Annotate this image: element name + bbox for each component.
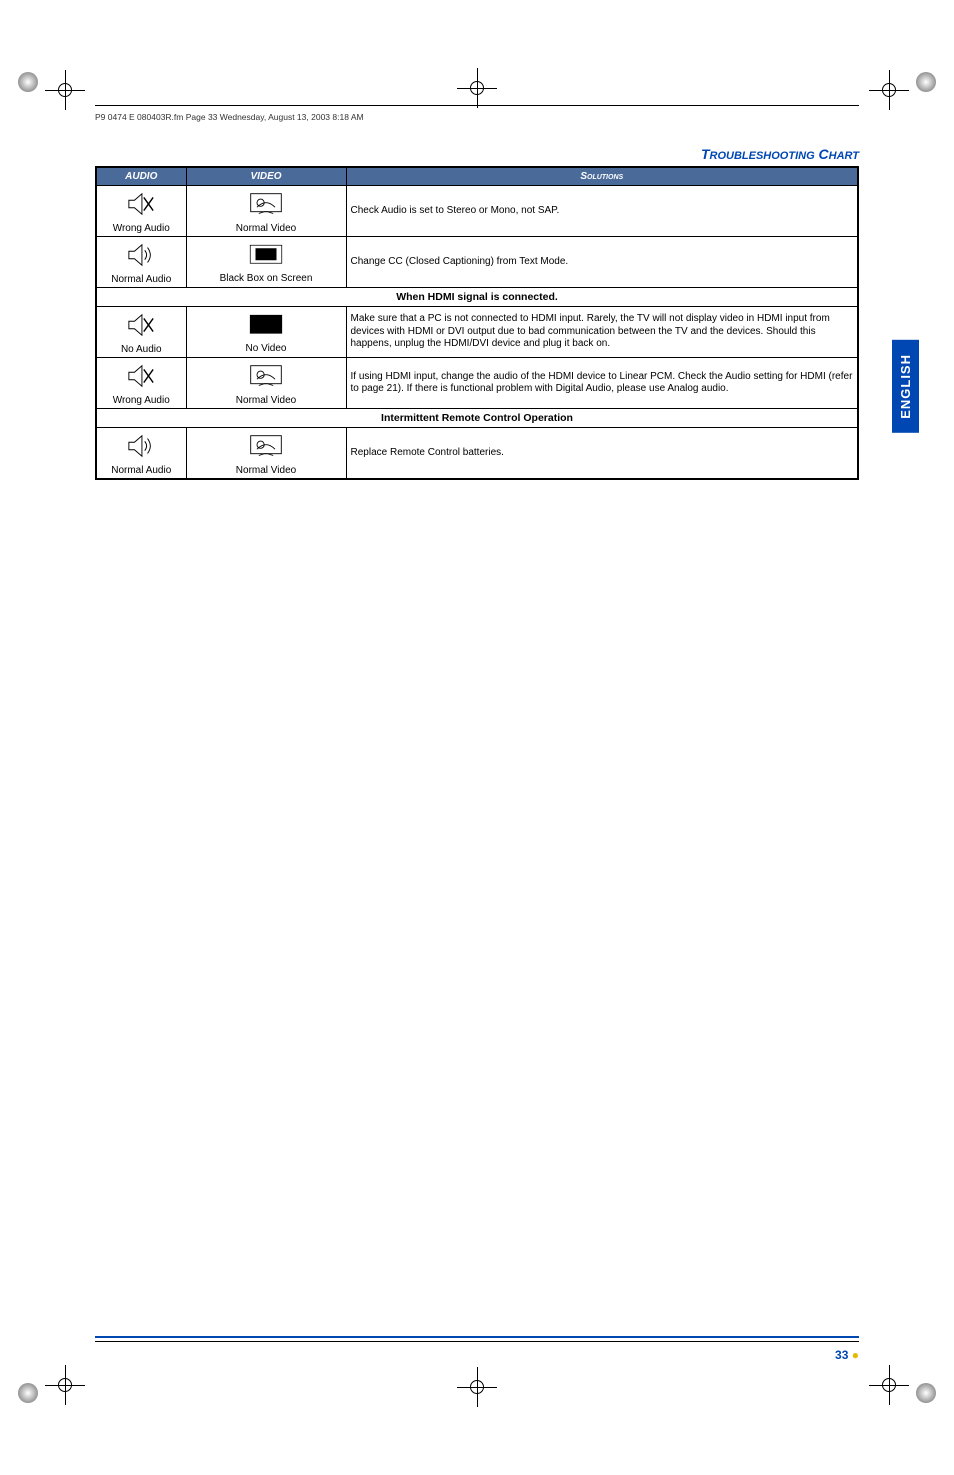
tv-picture-icon [248,433,284,461]
solution-text: Make sure that a PC is not connected to … [346,307,858,358]
solution-text: Change CC (Closed Captioning) from Text … [346,237,858,288]
video-label: Normal Video [189,465,344,476]
video-label: Normal Video [189,223,344,234]
speaker-sound-icon [127,432,155,460]
page-number: 33 ● [835,1348,859,1362]
tv-black-icon [248,313,284,341]
footer-rule [95,1336,859,1338]
audio-label: Normal Audio [99,465,184,476]
table-row: No Audio No Video Make sure that a PC is… [96,307,858,358]
section-title: TROUBLESHOOTING CHART [95,146,859,162]
speaker-x-icon [127,190,155,218]
col-video: VIDEO [186,167,346,186]
solution-text: Check Audio is set to Stereo or Mono, no… [346,186,858,237]
video-label: Black Box on Screen [189,273,344,284]
footer-rule-thin [95,1341,859,1342]
audio-label: No Audio [99,344,184,355]
section-subhead: When HDMI signal is connected. [96,288,858,307]
tv-blackbox-icon [248,243,284,271]
solution-text: Replace Remote Control batteries. [346,428,858,480]
audio-label: Wrong Audio [99,223,184,234]
page-content: P9 0474 E 080403R.fm Page 33 Wednesday, … [95,105,859,1370]
troubleshooting-table: AUDIO VIDEO Solutions Wrong Audio Normal… [95,166,859,480]
running-header: P9 0474 E 080403R.fm Page 33 Wednesday, … [95,105,859,122]
section-subhead: Intermittent Remote Control Operation [96,409,858,428]
table-row: Wrong Audio Normal Video If using HDMI i… [96,358,858,409]
speaker-sound-icon [127,241,155,269]
audio-label: Normal Audio [99,274,184,285]
audio-label: Wrong Audio [99,395,184,406]
tv-picture-icon [248,191,284,219]
solution-text: If using HDMI input, change the audio of… [346,358,858,409]
col-solutions: Solutions [346,167,858,186]
speaker-x-icon [127,311,155,339]
table-row: Normal Audio Black Box on Screen Change … [96,237,858,288]
tv-picture-icon [248,363,284,391]
video-label: No Video [189,343,344,354]
table-row: Wrong Audio Normal Video Check Audio is … [96,186,858,237]
language-tab: ENGLISH [892,340,919,433]
table-row: Normal Audio Normal Video Replace Remote… [96,428,858,480]
speaker-x-icon [127,362,155,390]
col-audio: AUDIO [96,167,186,186]
video-label: Normal Video [189,395,344,406]
